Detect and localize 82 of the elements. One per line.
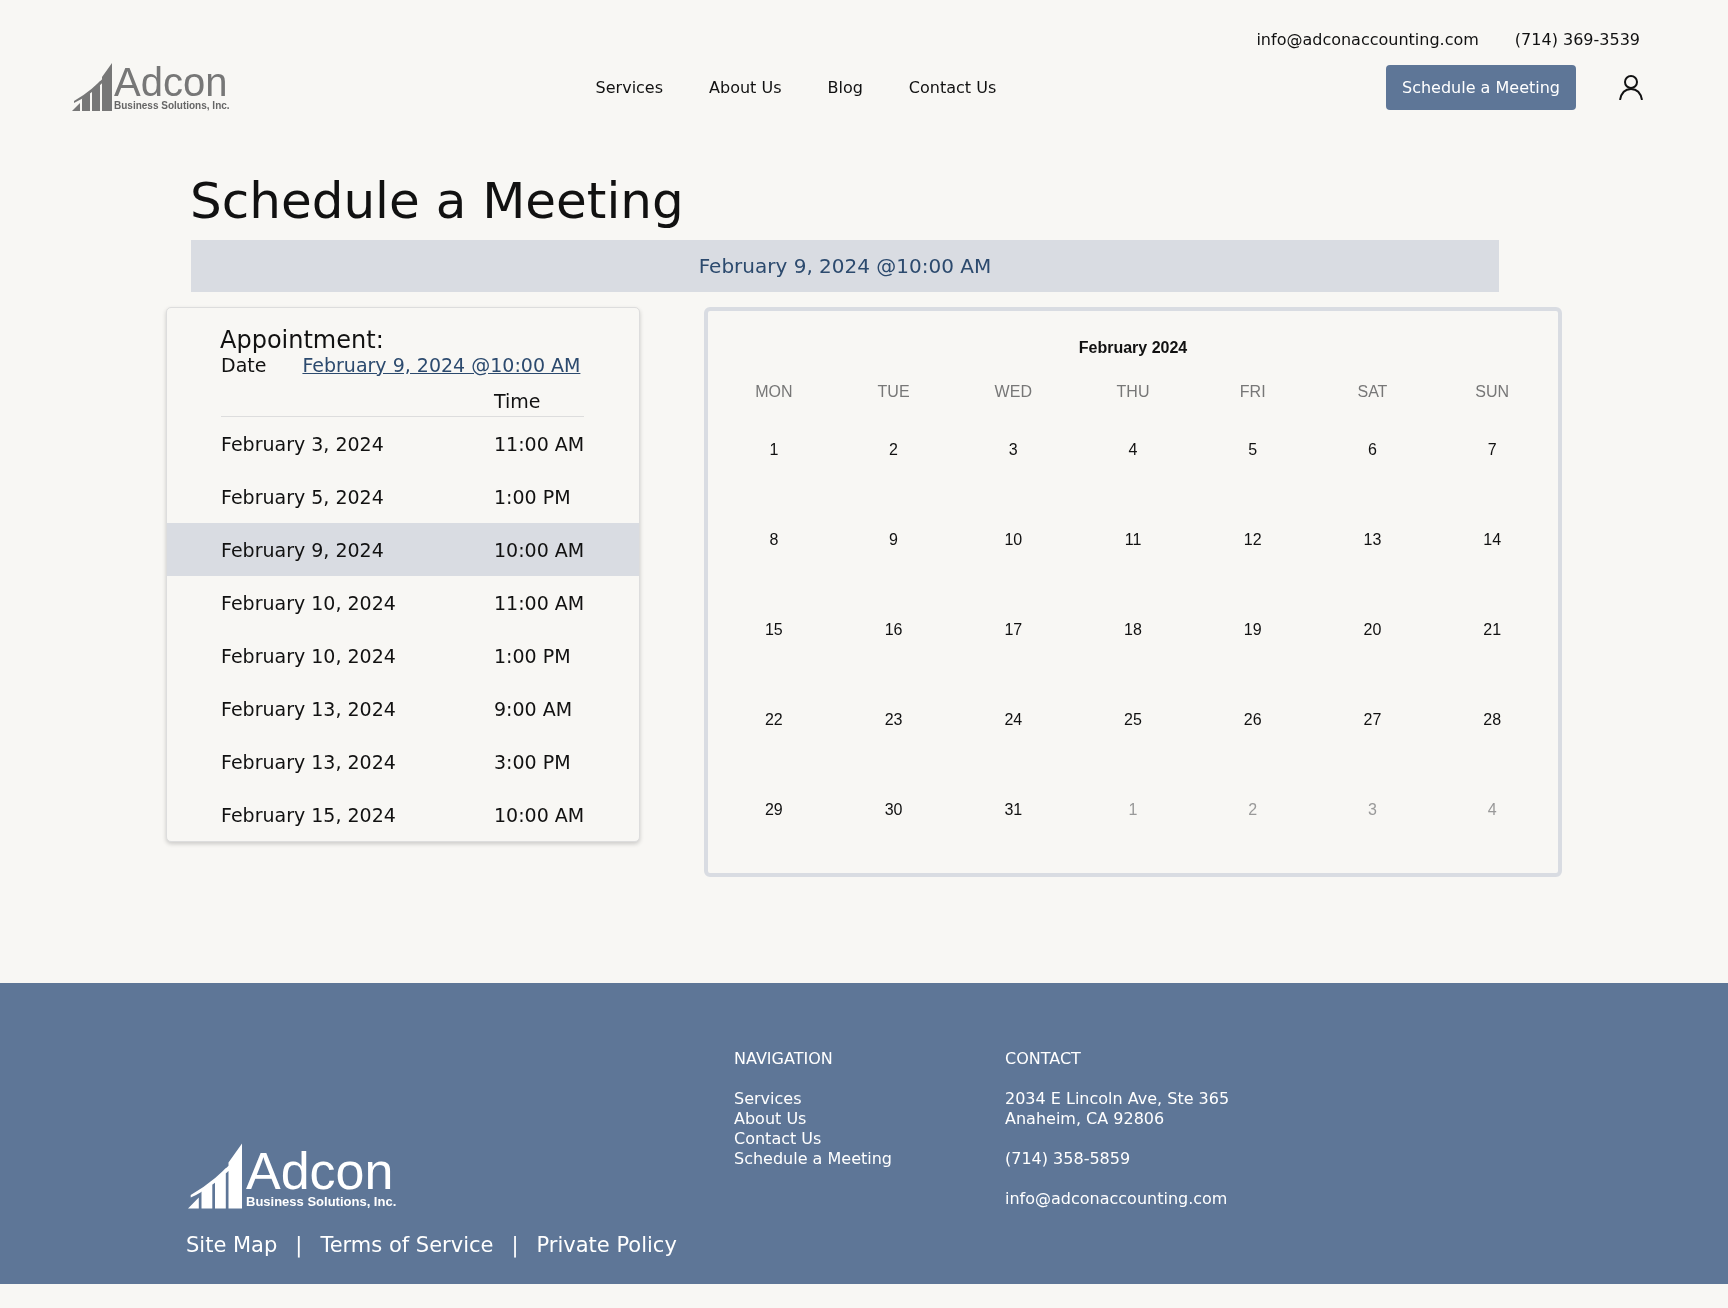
logo-bars-icon [188,1143,242,1209]
calendar-day[interactable]: 4 [1073,405,1193,495]
logo-name: Adcon [246,1148,394,1194]
calendar-day[interactable]: 17 [953,585,1074,675]
calendar-day[interactable]: 16 [833,585,954,675]
calendar-day[interactable]: 23 [833,675,954,765]
calendar-day[interactable]: 18 [1073,585,1193,675]
calendar-day[interactable]: 8 [714,495,834,585]
separator: | [295,1233,303,1257]
appointment-slot[interactable]: February 3, 2024 11:00 AM [167,417,639,470]
calendar-day[interactable]: 21 [1432,585,1552,675]
weekday-label: MON [754,383,794,401]
calendar-day[interactable]: 19 [1192,585,1313,675]
logo-name: Adcon [114,64,228,100]
calendar-day[interactable]: 22 [714,675,834,765]
calendar-day[interactable]: 2 [833,405,954,495]
footer-link[interactable]: Services [734,1089,1005,1109]
footer-link[interactable]: Contact Us [734,1129,1005,1149]
nav-link[interactable]: Contact Us [908,77,997,97]
date-link[interactable]: February 9, 2024 @10:00 AM [302,354,581,376]
appointment-slot[interactable]: February 5, 2024 1:00 PM [167,470,639,523]
address-line: Anaheim, CA 92806 [1005,1109,1166,1129]
appointment-slot[interactable]: February 15, 2024 10:00 AM [167,788,639,841]
weekday-label: FRI [1238,383,1267,401]
calendar-day[interactable]: 29 [714,765,834,855]
weekday-label: SUN [1474,383,1511,401]
calendar-day[interactable]: 28 [1432,675,1552,765]
weekday-label: WED [993,383,1033,401]
page-title: Schedule a Meeting [190,172,685,230]
time-heading: Time [221,390,584,417]
schedule-meeting-button[interactable]: Schedule a Meeting [1386,64,1576,110]
weekday-label: SAT [1356,383,1389,401]
appointment-slot[interactable]: February 10, 2024 1:00 PM [167,629,639,682]
calendar-month: February 2024 [1077,339,1189,357]
appointment-slot[interactable]: February 10, 2024 11:00 AM [167,576,639,629]
calendar-day[interactable]: 6 [1312,405,1433,495]
selected-time-banner: February 9, 2024 @10:00 AM [191,240,1499,292]
weekday-label: TUE [876,383,911,401]
calendar-day[interactable]: 27 [1312,675,1433,765]
nav-link[interactable]: About Us [709,77,782,97]
address-line: 2034 E Lincoln Ave, Ste 365 [1005,1089,1231,1109]
calendar-day[interactable]: 20 [1312,585,1433,675]
calendar-day[interactable]: 15 [714,585,834,675]
calendar-day[interactable]: 14 [1432,495,1552,585]
footer-bottom-link[interactable]: Private Policy [536,1233,677,1257]
footer-phone: (714) 358-5859 [1005,1149,1132,1169]
calendar-day[interactable]: 11 [1073,495,1193,585]
weekday-label: THU [1115,383,1151,401]
appointment-slot[interactable]: February 13, 2024 3:00 PM [167,735,639,788]
calendar-day[interactable]: 9 [833,495,954,585]
nav-link[interactable]: Services [595,77,664,97]
appointment-slot[interactable]: February 13, 2024 9:00 AM [167,682,639,735]
footer-bottom-link[interactable]: Site Map [186,1233,278,1257]
logo-tagline: Business Solutions, Inc. [246,1194,397,1209]
calendar-day[interactable]: 24 [953,675,1074,765]
footer-heading: CONTACT [1005,1049,1082,1069]
calendar-day[interactable]: 13 [1312,495,1433,585]
calendar-day[interactable]: 12 [1192,495,1313,585]
separator: | [511,1233,519,1257]
footer-link[interactable]: Schedule a Meeting [734,1149,1005,1169]
calendar-day[interactable]: 25 [1073,675,1193,765]
logo-tagline: Business Solutions, Inc. [114,100,230,111]
nav-link[interactable]: Blog [827,77,863,97]
header-phone: (714) 369-3539 [1514,30,1640,51]
calendar-day[interactable]: 3 [953,405,1074,495]
appointment-slot[interactable]: February 9, 2024 10:00 AM [167,523,639,576]
calendar-day[interactable]: 5 [1192,405,1313,495]
calendar-day[interactable]: 1 [714,405,834,495]
calendar-day[interactable]: 10 [953,495,1074,585]
calendar-day[interactable]: 31 [953,765,1074,855]
footer-link[interactable]: About Us [734,1109,1005,1129]
calendar-day[interactable]: 26 [1192,675,1313,765]
footer-heading: NAVIGATION [734,1049,834,1069]
calendar-day[interactable]: 30 [833,765,954,855]
logo-bars-icon [72,63,112,111]
appointment-heading: Appointment: [220,326,385,354]
user-icon[interactable] [1618,74,1644,100]
footer-bottom-link[interactable]: Terms of Service [320,1233,494,1257]
header-email: info@adconaccounting.com [1256,30,1479,51]
footer-email[interactable]: info@adconaccounting.com [1005,1189,1276,1209]
calendar-day[interactable]: 7 [1432,405,1552,495]
date-label: Date [221,354,267,376]
